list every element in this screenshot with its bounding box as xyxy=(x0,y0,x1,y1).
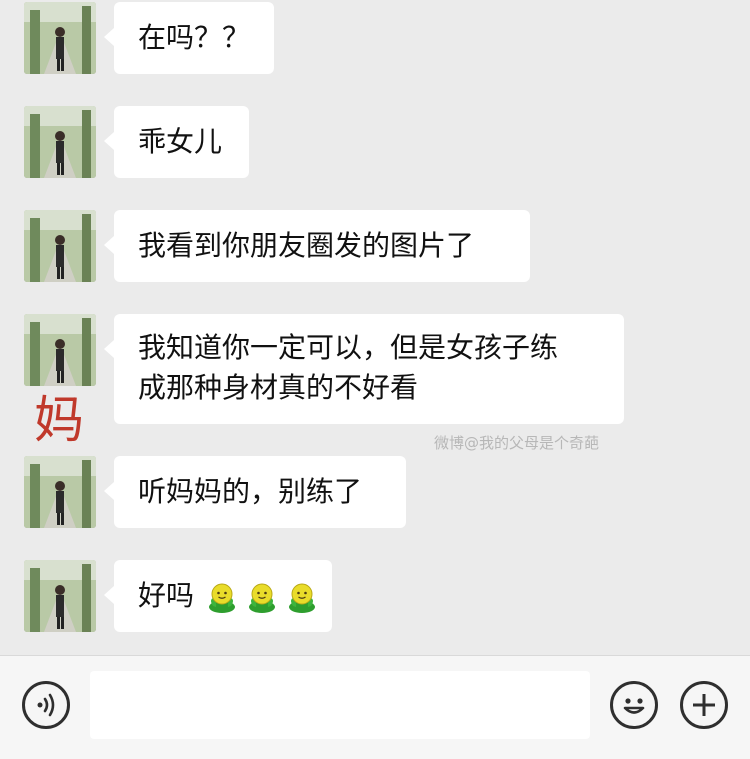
watermark: 微博@我的父母是个奇葩 xyxy=(434,434,600,452)
message-bubble[interactable]: 我看到你朋友圈发的图片了 xyxy=(104,210,530,282)
avatar-photo xyxy=(24,106,96,178)
message-text-line-1: 我知道你一定可以，但是女孩子练 xyxy=(138,331,559,364)
avatar-photo xyxy=(24,314,96,386)
avatar-photo xyxy=(24,456,96,528)
message-text-line-2: 成那种身材真的不好看 xyxy=(138,371,419,404)
message-bubble[interactable]: 我知道你一定可以，但是女孩子练 成那种身材真的不好看 xyxy=(104,314,624,424)
message-text: 我看到你朋友圈发的图片了 xyxy=(138,229,475,262)
avatar[interactable] xyxy=(24,314,96,386)
plus-icon xyxy=(693,694,715,716)
input-bar xyxy=(0,655,750,759)
sprout-face-emoji-icon xyxy=(288,583,315,613)
avatar[interactable] xyxy=(24,456,96,528)
message-bubble[interactable]: 好吗 xyxy=(104,560,332,632)
smiley-icon xyxy=(623,698,645,714)
voice-icon xyxy=(37,693,55,717)
message-text: 听妈妈的，别练了 xyxy=(138,475,363,508)
sprout-face-emoji-icon xyxy=(248,583,275,613)
message-input[interactable] xyxy=(90,671,590,739)
avatar[interactable] xyxy=(24,210,96,282)
message-text: 在吗？？ xyxy=(138,21,251,54)
plus-button[interactable] xyxy=(680,681,728,729)
emoji-button[interactable] xyxy=(610,681,658,729)
avatar[interactable] xyxy=(24,106,96,178)
sender-tag: 妈 xyxy=(34,391,84,449)
message-bubble[interactable]: 在吗？？ xyxy=(104,2,274,74)
message-text: 好吗 xyxy=(138,579,195,612)
avatar-photo xyxy=(24,210,96,282)
emoji-group xyxy=(207,580,317,614)
voice-button[interactable] xyxy=(22,681,70,729)
avatar-photo xyxy=(24,560,96,632)
sprout-face-emoji-icon xyxy=(208,583,235,613)
message-bubble[interactable]: 乖女儿 xyxy=(104,106,249,178)
avatar[interactable] xyxy=(24,2,96,74)
message-text: 乖女儿 xyxy=(138,125,223,158)
message-bubble[interactable]: 听妈妈的，别练了 xyxy=(104,456,406,528)
chat-area: 在吗？？ 乖女儿 我看到你朋友圈发的图片了 我知道你一定可以，但是女孩子练 成那… xyxy=(0,0,750,655)
avatar[interactable] xyxy=(24,560,96,632)
avatar-photo xyxy=(24,2,96,74)
